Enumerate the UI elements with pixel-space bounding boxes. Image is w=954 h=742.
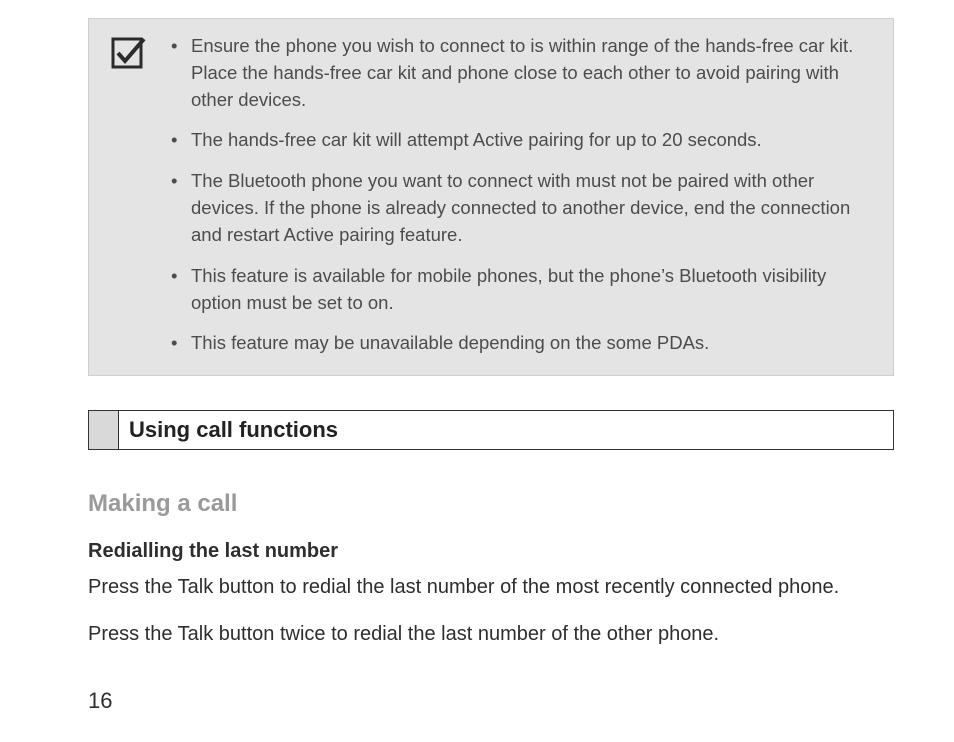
- section-heading-title: Using call functions: [119, 411, 348, 449]
- note-item: This feature is available for mobile pho…: [171, 263, 871, 317]
- note-item: This feature may be unavailable dependin…: [171, 330, 871, 357]
- body-paragraph: Press the Talk button twice to redial th…: [88, 620, 894, 649]
- page-number: 16: [88, 688, 112, 714]
- sub-subheading: Redialling the last number: [88, 540, 894, 563]
- manual-page: Ensure the phone you wish to connect to …: [0, 0, 954, 649]
- note-item: The hands-free car kit will attempt Acti…: [171, 127, 871, 154]
- note-item: The Bluetooth phone you want to connect …: [171, 168, 871, 248]
- note-item: Ensure the phone you wish to connect to …: [171, 33, 871, 113]
- note-list: Ensure the phone you wish to connect to …: [171, 33, 871, 357]
- section-heading-block: [89, 411, 119, 449]
- checkbox-checked-icon: [111, 33, 151, 357]
- section-heading-bar: Using call functions: [88, 410, 894, 450]
- body-paragraph: Press the Talk button to redial the last…: [88, 573, 894, 602]
- note-box: Ensure the phone you wish to connect to …: [88, 18, 894, 376]
- subheading: Making a call: [88, 490, 894, 518]
